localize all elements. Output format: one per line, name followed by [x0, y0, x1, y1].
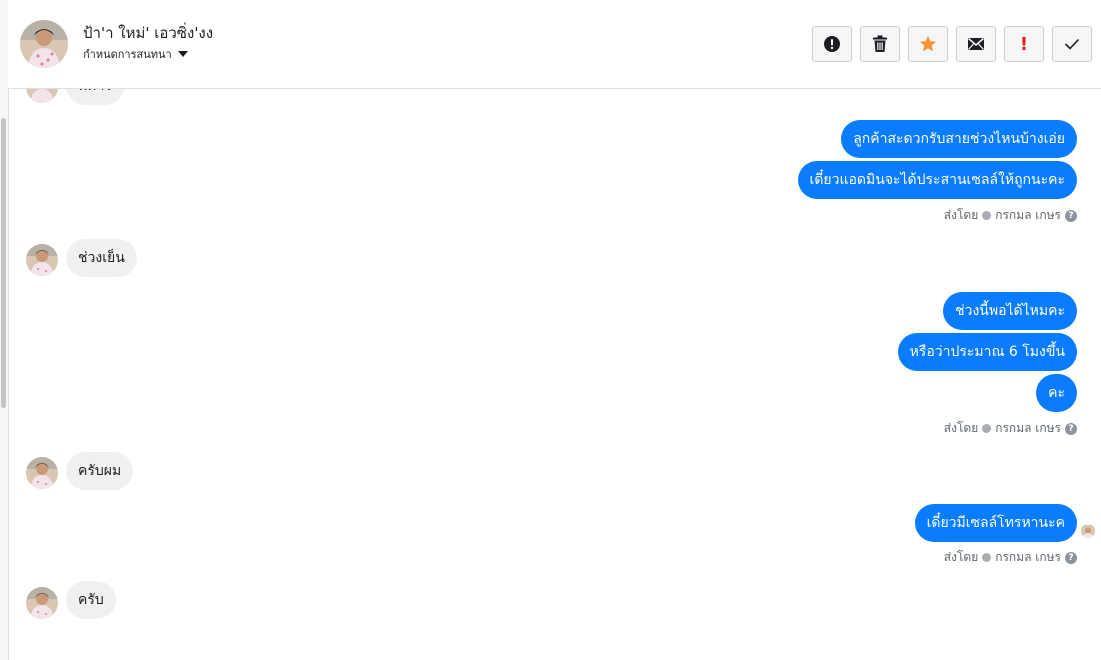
check-icon — [1064, 38, 1080, 50]
star-button[interactable] — [908, 26, 948, 62]
incoming-message: ครับ — [66, 581, 116, 619]
sent-by-label: ส่งโดย — [943, 550, 979, 564]
outgoing-message: เดี๋ยวแอดมินจะได้ประสานเซลล์ให้ถูกนะคะ — [797, 161, 1077, 199]
contact-avatar[interactable] — [20, 20, 68, 68]
contact-name[interactable]: ป้า'า ใหม่' เอวซิ่ง'งง — [83, 21, 213, 45]
contact-avatar-small — [26, 89, 58, 103]
scrollbar-thumb[interactable] — [1, 118, 6, 408]
seen-check-icon — [982, 424, 992, 433]
contact-avatar-small[interactable] — [26, 244, 58, 276]
sent-by-agent: กรกมล เกษร — [995, 208, 1061, 222]
sent-by-info: ส่งโดย กรกมล เกษร ? — [944, 419, 1077, 438]
clipped-top-row: พี่ค่าร — [8, 89, 1101, 105]
incoming-message: ช่วงเย็น — [66, 239, 137, 277]
read-receipt-avatar — [1081, 524, 1095, 538]
caret-down-icon — [177, 51, 188, 57]
toolbar: ! — [812, 26, 1092, 62]
sent-by-label: ส่งโดย — [943, 208, 979, 222]
star-icon — [920, 36, 936, 52]
trash-icon — [873, 35, 887, 52]
exclamation-icon: ! — [1019, 33, 1029, 55]
follow-up-button[interactable]: ! — [1004, 26, 1044, 62]
seen-check-icon — [982, 553, 992, 562]
assign-conversation-dropdown[interactable]: กำหนดการสนทนา — [83, 45, 188, 63]
outgoing-message: หรือว่าประมาณ 6 โมงขึ้น — [897, 333, 1077, 371]
incoming-message: ครับผม — [66, 452, 134, 490]
incoming-message: พี่ค่าร — [66, 89, 124, 105]
alert-circle-icon — [824, 36, 840, 52]
mark-unread-button[interactable] — [956, 26, 996, 62]
conversation-header: ป้า'า ใหม่' เอวซิ่ง'งง กำหนดการสนทนา ! — [8, 0, 1101, 89]
sent-by-agent: กรกมล เกษร — [995, 550, 1061, 564]
mark-done-button[interactable] — [1052, 26, 1092, 62]
mail-icon — [968, 37, 984, 50]
contact-avatar-small[interactable] — [26, 457, 58, 489]
help-icon[interactable]: ? — [1065, 209, 1077, 222]
sent-by-label: ส่งโดย — [943, 421, 979, 435]
outgoing-message: ช่วงนี้พอได้ไหมคะ — [943, 292, 1077, 330]
sent-by-agent: กรกมล เกษร — [995, 421, 1061, 435]
sent-by-info: ส่งโดย กรกมล เกษร ? — [944, 206, 1077, 225]
outgoing-message: ลูกค้าสะดวกรับสายช่วงไหนบ้างเอ่ย — [841, 120, 1077, 158]
help-icon[interactable]: ? — [1065, 422, 1077, 435]
delete-button[interactable] — [860, 26, 900, 62]
outgoing-message: คะ — [1036, 374, 1077, 412]
sent-by-info: ส่งโดย กรกมล เกษร ? — [944, 548, 1077, 567]
help-icon[interactable]: ? — [1065, 551, 1077, 564]
contact-avatar-small[interactable] — [26, 587, 58, 619]
outgoing-message: เดี๋ยวมีเซลล์โทรหานะค — [914, 504, 1077, 542]
assign-label: กำหนดการสนทนา — [83, 48, 172, 61]
mark-spam-button[interactable] — [812, 26, 852, 62]
seen-check-icon — [982, 211, 992, 220]
